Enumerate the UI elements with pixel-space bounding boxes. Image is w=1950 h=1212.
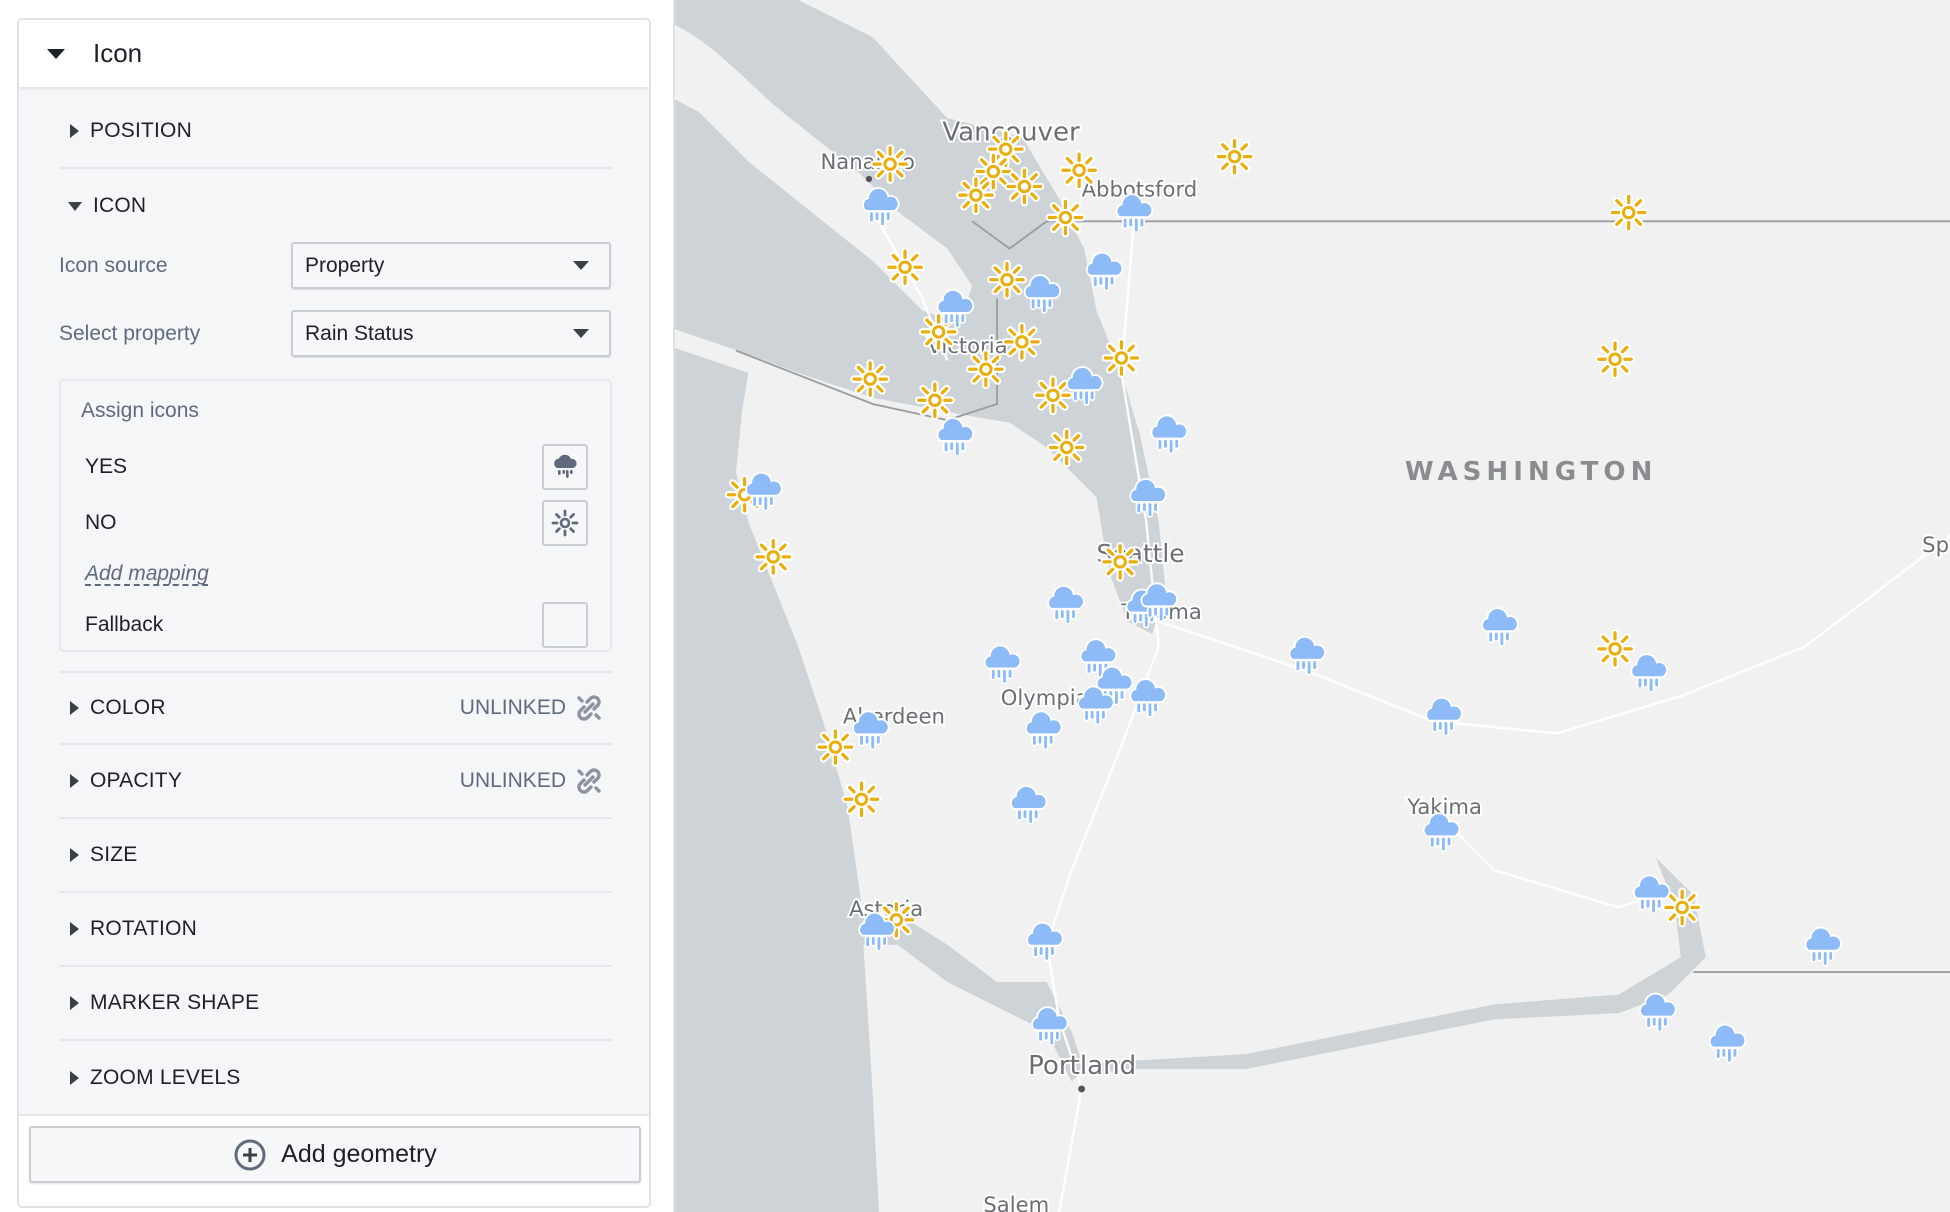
fallback-label: Fallback bbox=[85, 613, 164, 636]
sun-marker-icon[interactable] bbox=[919, 384, 951, 416]
section-color[interactable]: COLOR UNLINKED bbox=[59, 671, 612, 745]
sun-marker-icon[interactable] bbox=[1613, 196, 1645, 228]
unlinked-toggle[interactable]: UNLINKED bbox=[460, 693, 604, 723]
caret-down-icon[interactable] bbox=[47, 48, 65, 59]
section-opacity[interactable]: OPACITY UNLINKED bbox=[59, 745, 612, 819]
section-zoom-levels[interactable]: ZOOM LEVELS bbox=[59, 1041, 612, 1115]
cloud-rain-icon bbox=[554, 454, 577, 478]
panel-title: Icon bbox=[93, 38, 143, 68]
mapping-value: NO bbox=[85, 511, 117, 534]
unlinked-label: UNLINKED bbox=[459, 696, 566, 719]
sun-marker-icon[interactable] bbox=[970, 353, 1002, 385]
city-dot bbox=[1078, 1085, 1086, 1093]
caret-right-icon bbox=[70, 701, 79, 715]
label-spokane: Sp bbox=[1922, 532, 1949, 557]
section-label: POSITION bbox=[90, 119, 192, 142]
add-mapping-link[interactable]: Add mapping bbox=[85, 562, 209, 586]
sun-marker-icon[interactable] bbox=[854, 363, 886, 395]
icon-layer-header[interactable]: Icon bbox=[19, 20, 649, 87]
sun-icon bbox=[551, 509, 579, 537]
map-canvas[interactable]: Vancouver Nanaimo Abbotsford Victoria Se… bbox=[675, 0, 1950, 1212]
caret-right-icon bbox=[70, 774, 79, 788]
sun-marker-icon[interactable] bbox=[819, 731, 851, 763]
section-label: OPACITY bbox=[90, 769, 183, 792]
caret-down-icon bbox=[68, 201, 82, 211]
section-marker-shape[interactable]: MARKER SHAPE bbox=[59, 967, 612, 1041]
assign-icons-title: Assign icons bbox=[81, 399, 199, 422]
sun-marker-icon[interactable] bbox=[991, 264, 1023, 296]
layer-style-panel: Icon POSITION ICON Icon source Property … bbox=[17, 18, 651, 1208]
select-property-label: Select property bbox=[59, 321, 201, 345]
fallback-row: Fallback bbox=[85, 602, 588, 648]
caret-right-icon bbox=[70, 124, 79, 138]
sun-marker-icon[interactable] bbox=[1051, 431, 1083, 463]
sun-marker-icon[interactable] bbox=[845, 783, 877, 815]
section-rotation[interactable]: ROTATION bbox=[59, 893, 612, 967]
unlink-icon bbox=[577, 695, 601, 721]
assign-icons-box: Assign icons YES NO Add mapping Fallback bbox=[59, 379, 612, 652]
icon-picker-button[interactable] bbox=[542, 500, 588, 546]
label-washington: WASHINGTON bbox=[1405, 457, 1658, 487]
icon-source-row: Icon source Property bbox=[59, 242, 612, 289]
icon-source-select[interactable]: Property bbox=[291, 242, 611, 289]
unlinked-toggle[interactable]: UNLINKED bbox=[460, 766, 604, 796]
section-label: ROTATION bbox=[90, 917, 197, 940]
map-view[interactable]: Vancouver Nanaimo Abbotsford Victoria Se… bbox=[673, 0, 1950, 1212]
caret-right-icon bbox=[70, 996, 79, 1010]
icon-picker-button[interactable] bbox=[542, 444, 588, 490]
section-label: MARKER SHAPE bbox=[90, 991, 260, 1014]
sun-marker-icon[interactable] bbox=[757, 541, 789, 573]
caret-right-icon bbox=[70, 1071, 79, 1085]
mapping-value: YES bbox=[85, 455, 128, 478]
icon-source-label: Icon source bbox=[59, 253, 168, 277]
mapping-row-no: NO bbox=[85, 500, 588, 546]
sun-marker-icon[interactable] bbox=[1063, 154, 1095, 186]
unlinked-label: UNLINKED bbox=[459, 769, 566, 792]
section-icon[interactable]: ICON bbox=[59, 169, 612, 243]
section-label: COLOR bbox=[90, 696, 166, 719]
sun-marker-icon[interactable] bbox=[1008, 170, 1040, 202]
plus-circle-icon bbox=[234, 1139, 266, 1170]
select-property-select[interactable]: Rain Status bbox=[291, 310, 611, 357]
sun-marker-icon[interactable] bbox=[1599, 633, 1631, 665]
sun-marker-icon[interactable] bbox=[1104, 546, 1136, 578]
caret-right-icon bbox=[70, 848, 79, 862]
caret-right-icon bbox=[70, 922, 79, 936]
label-olympia: Olympia bbox=[1001, 685, 1089, 710]
city-dot bbox=[865, 175, 873, 183]
select-property-row: Select property Rain Status bbox=[59, 310, 612, 357]
mapping-row-yes: YES bbox=[85, 444, 588, 490]
icon-source-value: Property bbox=[305, 253, 385, 277]
dropdown-arrow-icon bbox=[573, 261, 589, 270]
sun-marker-icon[interactable] bbox=[1599, 343, 1631, 375]
sun-marker-icon[interactable] bbox=[1105, 342, 1137, 374]
label-portland: Portland bbox=[1028, 1051, 1136, 1081]
panel-footer: Add geometry bbox=[19, 1114, 649, 1206]
section-label: SIZE bbox=[90, 843, 138, 866]
section-position[interactable]: POSITION bbox=[59, 95, 612, 169]
sun-marker-icon[interactable] bbox=[977, 155, 1009, 187]
sun-marker-icon[interactable] bbox=[1037, 379, 1069, 411]
sun-marker-icon[interactable] bbox=[874, 148, 906, 180]
add-geometry-label: Add geometry bbox=[281, 1140, 437, 1168]
sun-marker-icon[interactable] bbox=[1666, 891, 1698, 923]
section-label: ICON bbox=[93, 194, 147, 217]
add-geometry-button[interactable]: Add geometry bbox=[29, 1126, 641, 1183]
section-size[interactable]: SIZE bbox=[59, 819, 612, 893]
sun-marker-icon[interactable] bbox=[1006, 326, 1038, 358]
dropdown-arrow-icon bbox=[573, 329, 589, 338]
unlink-icon bbox=[577, 768, 601, 794]
fallback-icon-picker[interactable] bbox=[542, 602, 588, 648]
sun-marker-icon[interactable] bbox=[889, 251, 921, 283]
select-property-value: Rain Status bbox=[305, 321, 414, 345]
sun-marker-icon[interactable] bbox=[960, 179, 992, 211]
section-label: ZOOM LEVELS bbox=[90, 1066, 241, 1089]
sun-marker-icon[interactable] bbox=[1049, 201, 1081, 233]
label-salem: Salem bbox=[983, 1192, 1049, 1212]
sun-marker-icon[interactable] bbox=[1218, 140, 1250, 172]
